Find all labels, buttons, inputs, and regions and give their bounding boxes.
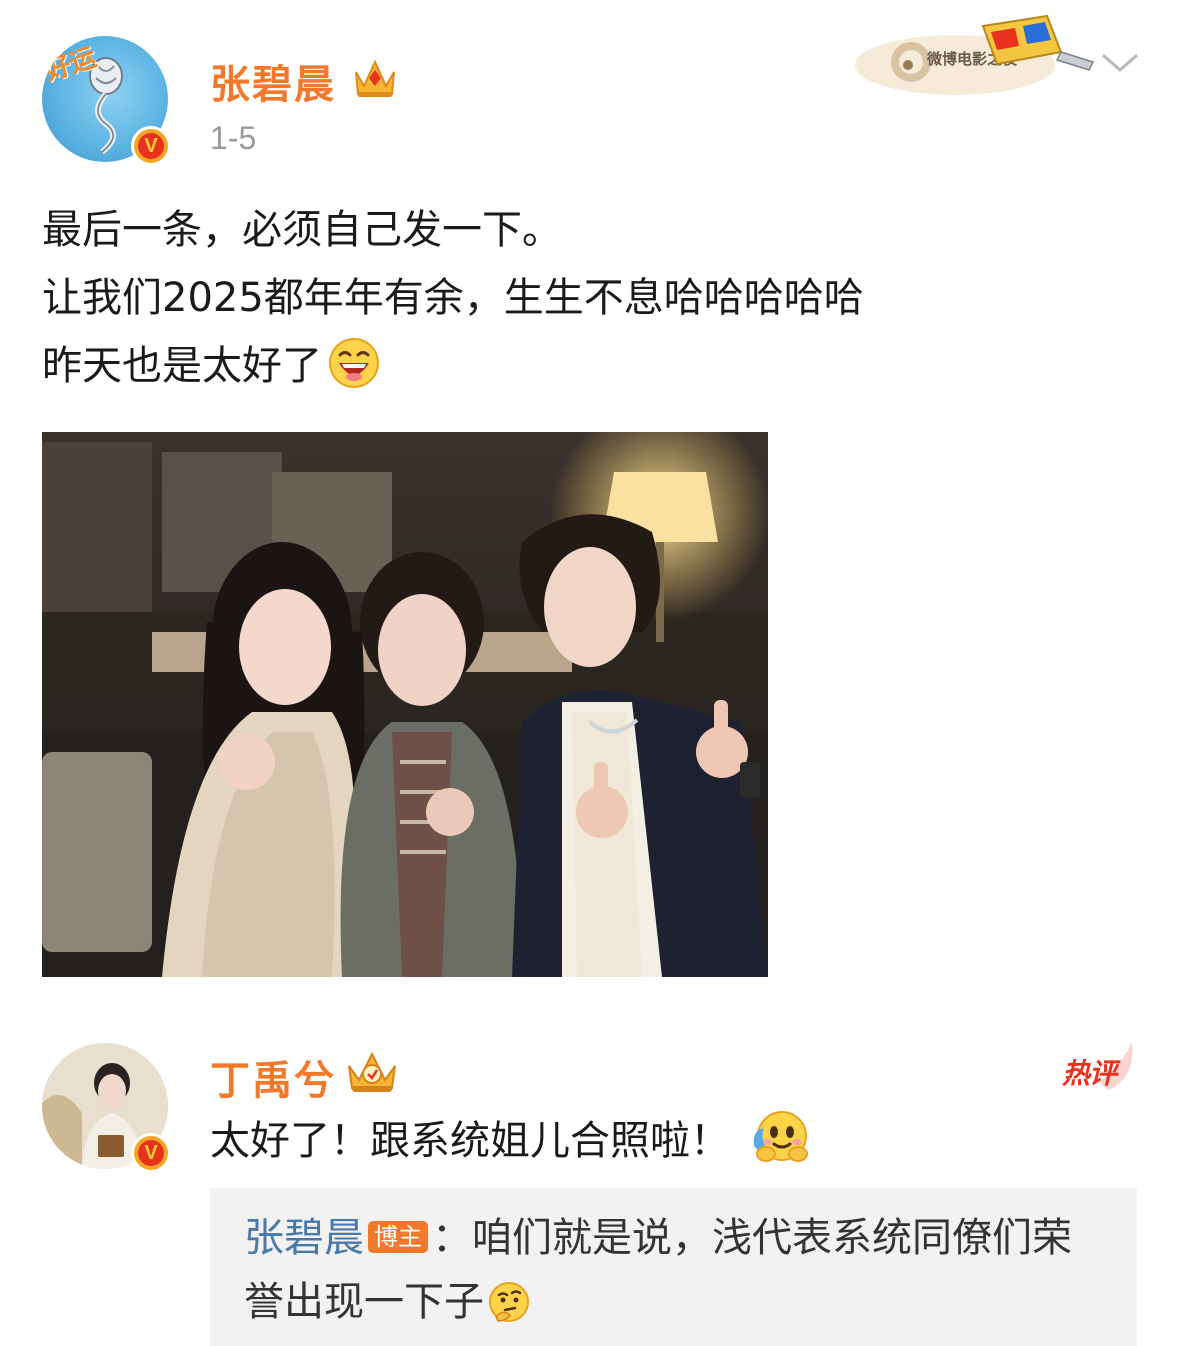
op-badge: 博主: [368, 1221, 428, 1253]
thinking-emoji-icon: [489, 1282, 529, 1322]
comment-author-name[interactable]: 丁禹兮: [210, 1048, 336, 1106]
post-line-3-text: 昨天也是太好了: [42, 343, 322, 389]
3d-glasses-icon: [981, 14, 1095, 71]
reply-author-name[interactable]: 张碧晨: [244, 1215, 364, 1261]
reply-text-line-1: 咱们就是说，浅代表系统同僚们荣: [472, 1215, 1072, 1261]
comment-text: 太好了！跟系统姐儿合照啦！: [210, 1118, 730, 1164]
reply-text-line-2: 誉出现一下子: [244, 1279, 484, 1325]
photo-three-people-image: [42, 432, 768, 977]
post-line-3: 昨天也是太好了: [42, 332, 1142, 400]
comment-body: 太好了！跟系统姐儿合照啦！: [210, 1108, 810, 1173]
hot-comment-label: 热评: [1062, 1057, 1117, 1090]
post-line-2: 让我们2025都年年有余，生生不息哈哈哈哈哈: [42, 275, 864, 321]
post-line-1: 最后一条，必须自己发一下。: [42, 207, 562, 253]
post-body: 最后一条，必须自己发一下。 让我们2025都年年有余，生生不息哈哈哈哈哈 昨天也…: [42, 196, 1142, 400]
weibo-post-page: 好运 V 张碧晨 1-5 微博电影之夜 最后一条，必须自己发一下。 让我们202…: [0, 0, 1179, 1346]
crown-icon[interactable]: [345, 1048, 399, 1094]
chevron-down-icon[interactable]: [1100, 48, 1140, 78]
post-timestamp: 1-5: [210, 120, 257, 156]
verified-v-icon: V: [131, 1133, 171, 1173]
crown-icon[interactable]: [352, 56, 398, 100]
post-author-name[interactable]: 张碧晨: [210, 52, 336, 110]
blogger-reply[interactable]: 张碧晨 博主 ：咱们就是说，浅代表系统同僚们荣 誉出现一下子: [210, 1188, 1137, 1346]
event-banner[interactable]: 微博电影之夜: [855, 10, 1095, 100]
reply-separator: ：: [432, 1215, 472, 1261]
grin-emoji-icon: [329, 338, 379, 388]
hot-comment-tag: 热评: [1058, 1038, 1138, 1094]
post-photo[interactable]: [42, 432, 768, 977]
hug-emoji-icon: [753, 1111, 808, 1162]
verified-v-icon: V: [131, 126, 171, 166]
